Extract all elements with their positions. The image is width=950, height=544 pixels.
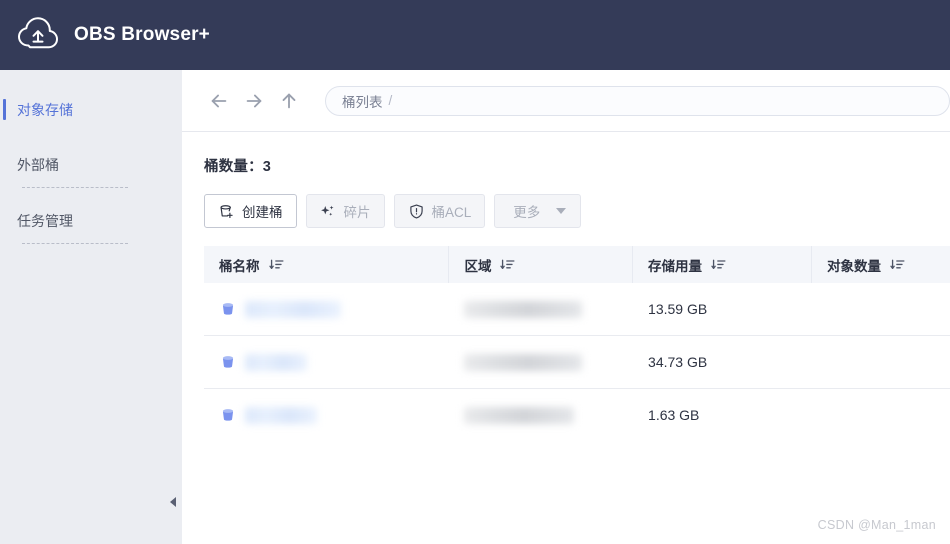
sidebar-item-external-bucket[interactable]: 外部桶 [0, 143, 182, 187]
bucket-plus-icon [218, 203, 235, 220]
watermark: CSDN @Man_1man [817, 518, 936, 532]
arrow-right-icon [243, 90, 265, 112]
cloud-upload-icon [14, 11, 62, 59]
bucket-list-panel: 桶数量：3 创建桶 碎片 桶ACL 更多 桶名称 区域 存储用量 对象数量 13… [182, 132, 950, 441]
main-content: 桶列表 / 桶数量：3 创建桶 碎片 桶ACL 更多 桶名称 区域 存储用量 对… [182, 70, 950, 544]
column-label: 桶名称 [219, 258, 260, 274]
bucket-count-label: 桶数量：3 [204, 159, 272, 175]
cell-region [449, 283, 633, 335]
sort-descending-icon[interactable] [890, 258, 905, 272]
sidebar-collapse-handle[interactable] [164, 460, 182, 544]
chevron-left-icon [170, 497, 176, 507]
redacted-bucket-name [245, 406, 317, 424]
cell-object-count [812, 283, 950, 335]
more-label: 更多 [513, 205, 541, 220]
up-button[interactable] [274, 86, 304, 116]
redacted-region [464, 406, 575, 424]
column-header-region[interactable]: 区域 [449, 246, 634, 283]
sidebar-item-task-management[interactable]: 任务管理 [0, 199, 182, 243]
fragments-button[interactable]: 碎片 [305, 194, 385, 228]
app-titlebar: OBS Browser+ [0, 0, 950, 70]
column-header-object-count[interactable]: 对象数量 [812, 246, 950, 283]
column-header-storage-usage[interactable]: 存储用量 [633, 246, 813, 283]
breadcrumb-bucket-list[interactable]: 桶列表 [342, 91, 383, 111]
fragments-label: 碎片 [343, 205, 371, 220]
arrow-left-icon [208, 90, 230, 112]
bucket-icon [219, 353, 237, 371]
navigation-bar: 桶列表 / [182, 70, 950, 132]
bucket-icon [219, 300, 237, 318]
sidebar: 对象存储 外部桶 任务管理 [0, 70, 182, 544]
sidebar-item-label: 任务管理 [17, 213, 73, 229]
sort-descending-icon[interactable] [268, 258, 284, 272]
bucket-acl-button[interactable]: 桶ACL [393, 194, 486, 228]
app-title: OBS Browser+ [74, 24, 210, 45]
column-header-bucket-name[interactable]: 桶名称 [204, 246, 450, 283]
breadcrumb-separator: / [388, 93, 393, 108]
redacted-region [464, 353, 583, 371]
redacted-region [464, 300, 583, 318]
bucket-table: 桶名称 区域 存储用量 对象数量 13.59 GB 34.73 GB 1.63 … [204, 246, 950, 441]
cell-object-count [812, 389, 950, 441]
sidebar-item-object-storage[interactable]: 对象存储 [0, 88, 182, 132]
bucket-toolbar: 创建桶 碎片 桶ACL 更多 [204, 194, 950, 228]
arrow-up-icon [278, 90, 300, 112]
address-bar[interactable]: 桶列表 / [325, 85, 950, 116]
cell-region [449, 389, 633, 441]
cell-bucket-name[interactable] [204, 336, 449, 388]
caret-down-icon [556, 208, 567, 214]
cell-storage-usage: 34.73 GB [648, 354, 708, 370]
cell-bucket-name[interactable] [204, 389, 449, 441]
cell-region [449, 336, 633, 388]
sidebar-item-label: 外部桶 [17, 157, 59, 173]
table-header-row: 桶名称 区域 存储用量 对象数量 [204, 246, 950, 283]
column-label: 对象数量 [827, 258, 882, 274]
cell-object-count [812, 336, 950, 388]
forward-button[interactable] [239, 86, 269, 116]
sort-descending-icon[interactable] [500, 258, 515, 272]
column-label: 区域 [464, 258, 492, 274]
create-bucket-label: 创建桶 [242, 205, 283, 220]
cell-bucket-name[interactable] [204, 283, 449, 335]
table-row[interactable]: 13.59 GB [204, 283, 950, 336]
sidebar-item-label: 对象存储 [17, 102, 73, 118]
redacted-bucket-name [245, 353, 307, 371]
sort-descending-icon[interactable] [711, 258, 726, 272]
obs-browser-window: OBS Browser+ 对象存储 外部桶 任务管理 桶列表 / 桶数量：3 创… [0, 0, 950, 544]
bucket-acl-label: 桶ACL [431, 205, 472, 220]
cell-storage-usage: 1.63 GB [648, 407, 700, 423]
create-bucket-button[interactable]: 创建桶 [204, 194, 297, 228]
table-row[interactable]: 1.63 GB [204, 389, 950, 441]
sidebar-divider [22, 243, 128, 244]
redacted-bucket-name [245, 300, 341, 318]
bucket-icon [219, 406, 237, 424]
back-button[interactable] [204, 86, 234, 116]
cell-storage-usage: 13.59 GB [648, 301, 708, 317]
more-button[interactable]: 更多 [494, 194, 582, 228]
shield-icon [408, 203, 425, 220]
fragments-icon [320, 203, 337, 220]
column-label: 存储用量 [648, 258, 703, 274]
table-row[interactable]: 34.73 GB [204, 336, 950, 389]
